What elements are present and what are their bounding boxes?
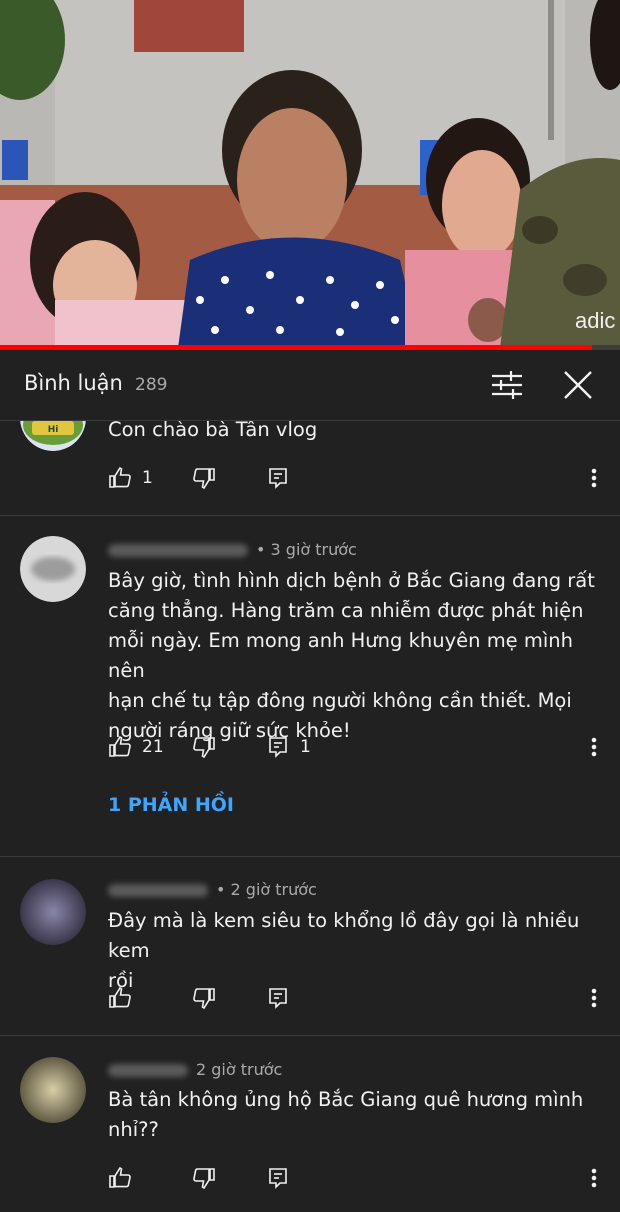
- like-count: 1: [142, 468, 153, 488]
- author-name-blurred[interactable]: [108, 1064, 188, 1077]
- reply-comment-icon: [269, 737, 287, 758]
- comment-meta: 2 giờ trước: [108, 1060, 282, 1079]
- sort-filter-button[interactable]: [489, 367, 525, 403]
- thumbs-up-icon: [109, 466, 131, 488]
- avatar[interactable]: [20, 879, 86, 945]
- avatar-image: [20, 536, 86, 602]
- author-name-blurred[interactable]: [108, 544, 248, 557]
- comments-header: Bình luận 289: [0, 350, 620, 421]
- close-button[interactable]: [560, 367, 596, 403]
- more-vert-icon: [591, 1168, 597, 1188]
- more-options-button[interactable]: [582, 732, 606, 762]
- svg-text:adic: adic: [575, 308, 615, 333]
- thumbs-down-icon: [193, 737, 215, 759]
- avatar-image: [20, 1057, 86, 1123]
- like-button[interactable]: [108, 983, 132, 1013]
- comments-list[interactable]: Hi Con chào bà Tân vlog 1 • 3 giờ trước …: [0, 421, 620, 1212]
- more-vert-icon: [591, 737, 597, 757]
- more-options-button[interactable]: [582, 463, 606, 493]
- comment-time: 2 giờ trước: [196, 1060, 283, 1079]
- tune-icon: [492, 371, 522, 399]
- reply-button[interactable]: [266, 1163, 290, 1193]
- dislike-button[interactable]: [192, 983, 216, 1013]
- thumbs-down-icon: [193, 988, 215, 1010]
- author-name-blurred[interactable]: [108, 884, 208, 897]
- comment-item: Hi Con chào bà Tân vlog 1: [0, 421, 620, 515]
- video-player[interactable]: adic: [0, 0, 620, 348]
- comment-time: • 2 giờ trước: [216, 880, 317, 899]
- more-options-button[interactable]: [582, 983, 606, 1013]
- like-count: 21: [142, 737, 164, 757]
- more-vert-icon: [591, 468, 597, 488]
- reply-button[interactable]: [266, 463, 290, 493]
- avatar[interactable]: Hi: [20, 421, 86, 451]
- reply-comment-icon: [269, 1168, 287, 1189]
- reply-comment-icon: [269, 988, 287, 1009]
- view-replies-link[interactable]: 1 PHẢN HỒI: [108, 794, 234, 816]
- avatar-image: Hi: [20, 421, 86, 451]
- comment-text: Bây giờ, tình hình dịch bệnh ở Bắc Giang…: [108, 569, 595, 742]
- svg-text:Hi: Hi: [48, 425, 59, 435]
- comments-count: 289: [135, 375, 168, 395]
- comment-actions: 1: [108, 463, 608, 493]
- comment-item: • 2 giờ trước Đây mà là kem siêu to khổn…: [0, 857, 620, 1035]
- avatar-image: [20, 879, 86, 945]
- reply-comment-icon: [269, 468, 287, 489]
- reply-button[interactable]: 1: [266, 732, 311, 762]
- video-frame: adic: [0, 0, 620, 348]
- more-options-button[interactable]: [582, 1163, 606, 1193]
- comment-actions: [108, 1163, 608, 1193]
- comment-item: 2 giờ trước Bà tân không ủng hộ Bắc Gian…: [0, 1036, 620, 1212]
- reply-button[interactable]: [266, 983, 290, 1013]
- more-vert-icon: [591, 988, 597, 1008]
- like-button[interactable]: [108, 1163, 132, 1193]
- comment-text: Bà tân không ủng hộ Bắc Giang quê hương …: [108, 1088, 584, 1141]
- comment-actions: 21 1: [108, 732, 608, 762]
- comment-time: • 3 giờ trước: [256, 540, 357, 559]
- comment-text: Con chào bà Tân vlog: [108, 421, 318, 441]
- like-button[interactable]: 1: [108, 463, 153, 493]
- thumbs-down-icon: [193, 1168, 215, 1190]
- dislike-button[interactable]: [192, 732, 216, 762]
- reply-count: 1: [300, 737, 311, 757]
- dislike-button[interactable]: [192, 1163, 216, 1193]
- thumbs-up-icon: [109, 735, 131, 757]
- thumbs-down-icon: [193, 468, 215, 490]
- thumbs-up-icon: [109, 986, 131, 1008]
- comment-item: • 3 giờ trước Bây giờ, tình hình dịch bệ…: [0, 516, 620, 856]
- thumbs-up-icon: [109, 1166, 131, 1188]
- dislike-button[interactable]: [192, 463, 216, 493]
- avatar[interactable]: [20, 1057, 86, 1123]
- comment-actions: [108, 983, 608, 1013]
- close-icon: [564, 371, 592, 399]
- comment-meta: • 2 giờ trước: [108, 880, 317, 899]
- comments-title: Bình luận: [24, 371, 123, 395]
- like-button[interactable]: 21: [108, 732, 164, 762]
- avatar[interactable]: [20, 536, 86, 602]
- comment-meta: • 3 giờ trước: [108, 540, 357, 559]
